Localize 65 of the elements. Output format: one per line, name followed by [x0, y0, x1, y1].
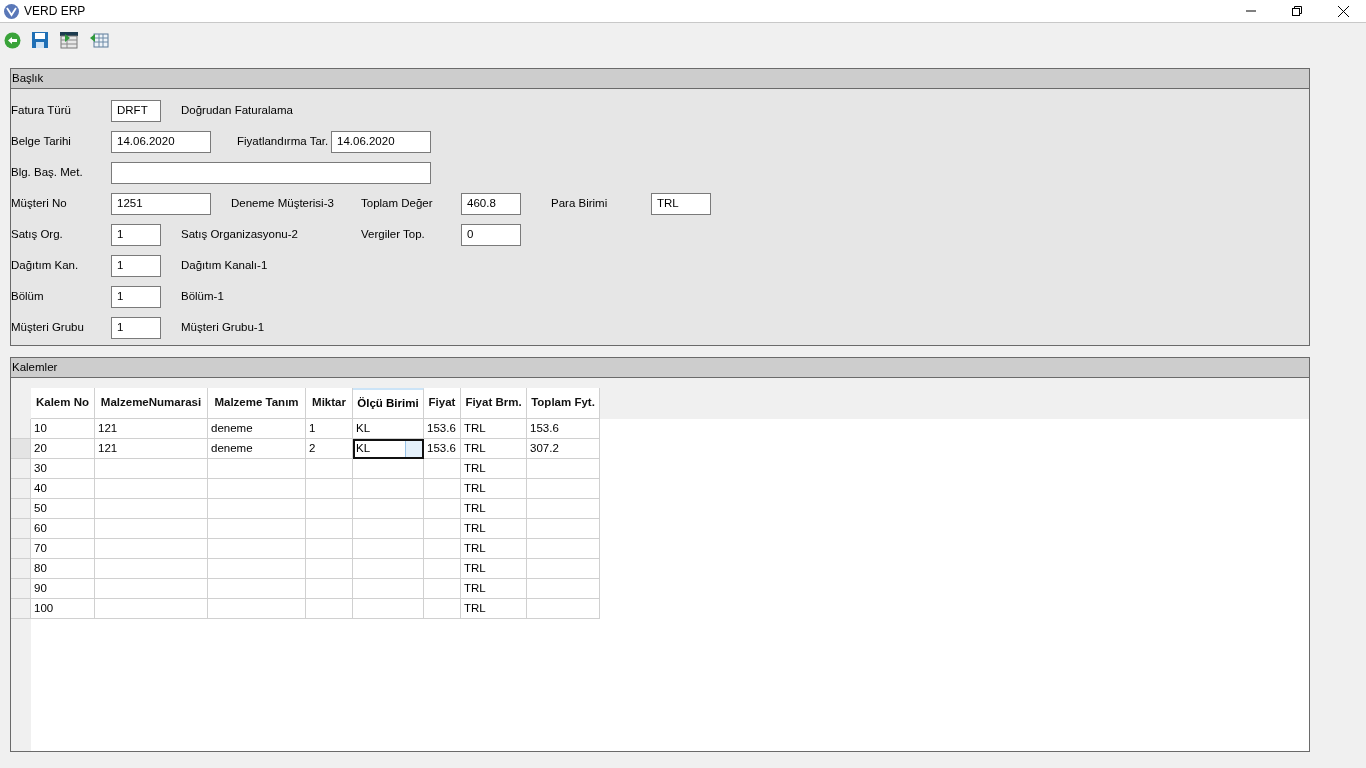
- field-label: Satış Org.: [11, 227, 64, 243]
- field-label: Bölüm: [11, 289, 45, 305]
- column-header[interactable]: Fiyat: [424, 388, 461, 419]
- window-title: VERD ERP: [24, 3, 86, 20]
- field-label: Müşteri No: [11, 196, 68, 212]
- table-cell-editor[interactable]: KL: [353, 439, 424, 459]
- row-header[interactable]: [11, 599, 31, 619]
- column-header[interactable]: MalzemeNumarasi: [95, 388, 208, 419]
- table-cell: [353, 599, 424, 619]
- field-label: Para Birimi: [551, 196, 609, 212]
- app-logo-icon: [4, 3, 19, 19]
- input-field[interactable]: DRFT: [111, 100, 161, 122]
- dropdown-handle[interactable]: [405, 441, 422, 457]
- row-header[interactable]: [11, 519, 31, 539]
- column-header[interactable]: Miktar: [306, 388, 353, 419]
- table-add-icon[interactable]: [59, 31, 79, 49]
- column-header[interactable]: Kalem No: [31, 388, 95, 419]
- input-field[interactable]: 14.06.2020: [331, 131, 431, 153]
- input-field[interactable]: 0: [461, 224, 521, 246]
- field-label: Fiyatlandırma Tar.: [237, 134, 330, 150]
- input-field[interactable]: 14.06.2020: [111, 131, 211, 153]
- description-text: Deneme Müşterisi-3: [231, 196, 335, 212]
- table-cell: [424, 599, 461, 619]
- input-field[interactable]: 1: [111, 255, 161, 277]
- table-cell: KL: [353, 419, 424, 439]
- description-text: Satış Organizasyonu-2: [181, 227, 299, 243]
- close-icon: [1337, 5, 1349, 17]
- description-text: Doğrudan Faturalama: [181, 103, 294, 119]
- save-icon[interactable]: [31, 31, 49, 49]
- description-text: Bölüm-1: [181, 289, 225, 305]
- field-label: Vergiler Top.: [361, 227, 426, 243]
- table-back-icon[interactable]: [89, 31, 109, 49]
- input-field[interactable]: 1: [111, 224, 161, 246]
- row-header[interactable]: [11, 459, 31, 479]
- row-header[interactable]: [11, 539, 31, 559]
- row-header[interactable]: [11, 559, 31, 579]
- column-header[interactable]: Ölçü Birimi: [353, 388, 424, 419]
- row-header[interactable]: [11, 479, 31, 499]
- description-text: Dağıtım Kanalı-1: [181, 258, 269, 274]
- field-label: Belge Tarihi: [11, 134, 72, 150]
- restore-icon: [1292, 6, 1302, 16]
- field-label: Fatura Türü: [11, 103, 72, 119]
- input-field[interactable]: 460.8: [461, 193, 521, 215]
- row-header[interactable]: [11, 579, 31, 599]
- field-label: Müşteri Grubu: [11, 320, 85, 336]
- input-field[interactable]: 1: [111, 286, 161, 308]
- table-cell: TRL: [461, 599, 527, 619]
- input-field[interactable]: 1: [111, 317, 161, 339]
- column-header[interactable]: Fiyat Brm.: [461, 388, 527, 419]
- column-header[interactable]: Malzeme Tanım: [208, 388, 306, 419]
- table-cell: [306, 599, 353, 619]
- input-field[interactable]: [111, 162, 431, 184]
- field-label: Dağıtım Kan.: [11, 258, 80, 274]
- column-header[interactable]: Toplam Fyt.: [527, 388, 600, 419]
- field-label: Toplam Değer: [361, 196, 434, 212]
- table-cell: 100: [31, 599, 95, 619]
- section-header: Kalemler: [10, 357, 1310, 378]
- section-header: Başlık: [10, 68, 1310, 89]
- field-label: Blg. Baş. Met.: [11, 165, 84, 181]
- description-text: Müşteri Grubu-1: [181, 320, 266, 336]
- input-field[interactable]: TRL: [651, 193, 711, 215]
- row-header[interactable]: [11, 439, 31, 459]
- input-field[interactable]: 1251: [111, 193, 211, 215]
- row-header[interactable]: [11, 419, 31, 439]
- row-header[interactable]: [11, 499, 31, 519]
